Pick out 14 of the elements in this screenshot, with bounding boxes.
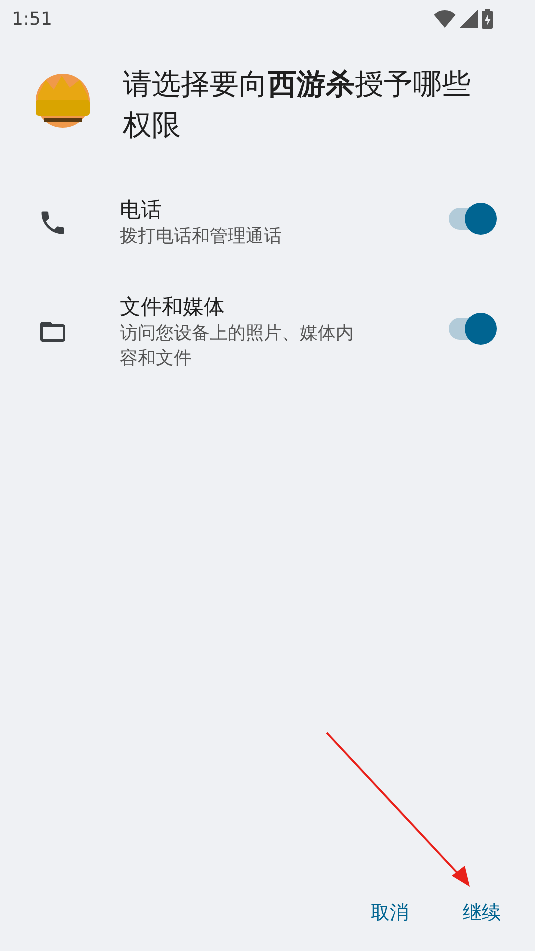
permission-description: 拨打电话和管理通话 (120, 225, 283, 249)
toggle-switch[interactable] (449, 312, 497, 344)
dialog-button[interactable]: 取消 (359, 890, 421, 935)
permission-label: 文件和媒体 (120, 294, 226, 321)
dialog-button[interactable]: 继续 (451, 890, 513, 935)
permission-description: 访问您设备上的照片、媒体内容和文件 (120, 322, 355, 371)
app-logo-icon (34, 72, 92, 130)
toggle-switch[interactable] (449, 203, 497, 235)
permission-label: 电话 (120, 197, 163, 224)
signal-icon (460, 10, 478, 28)
dialog-title: 请选择要向西游杀授予哪些权限 (123, 66, 472, 144)
status-time: 1:51 (12, 8, 52, 32)
wifi-icon (434, 10, 456, 28)
battery-icon (482, 9, 493, 29)
